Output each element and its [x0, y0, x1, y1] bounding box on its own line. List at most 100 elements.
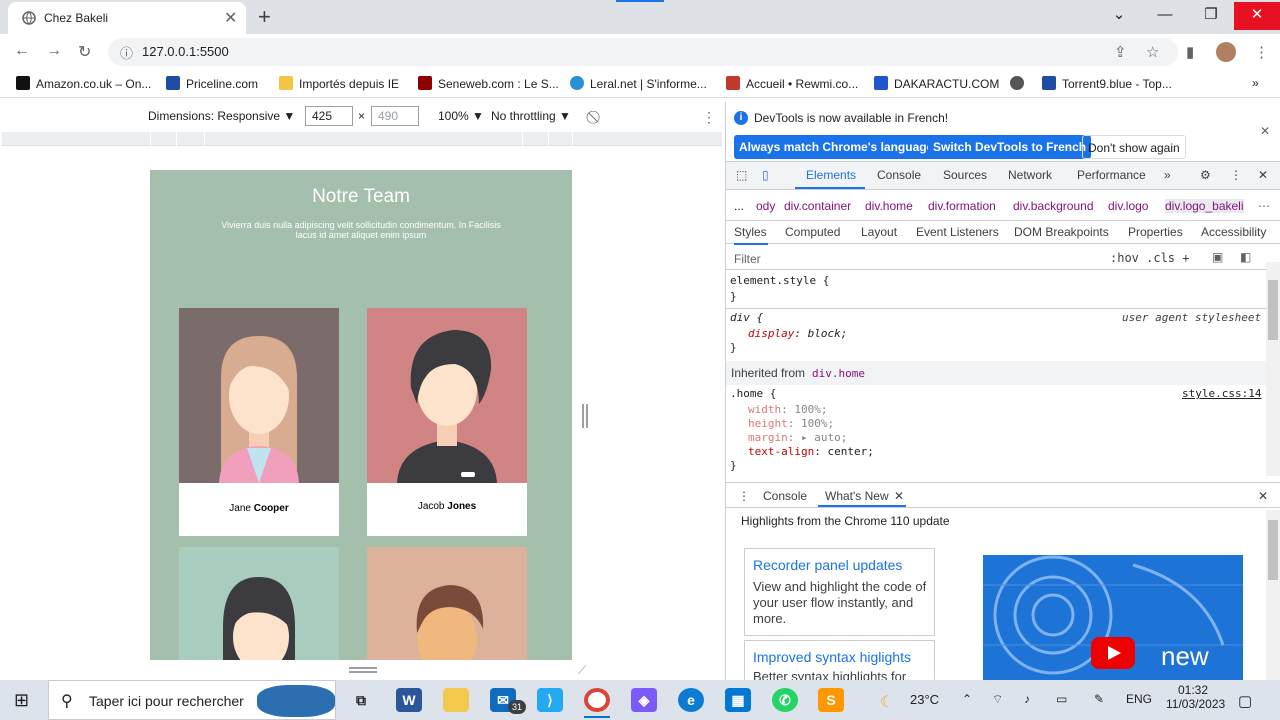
filter-input[interactable]: Filter: [734, 252, 761, 266]
window-close-button[interactable]: ✕: [1234, 2, 1280, 30]
tab-event-listeners[interactable]: Event Listeners: [916, 225, 999, 239]
tab-dom-breakpoints[interactable]: DOM Breakpoints: [1014, 225, 1109, 239]
chevron-up-icon[interactable]: ⌃: [962, 692, 972, 706]
menu-kebab-icon[interactable]: ⋮: [1254, 43, 1269, 61]
media-query-ruler[interactable]: [2, 132, 722, 146]
breadcrumb-item[interactable]: div.container: [784, 199, 851, 213]
whats-new-video[interactable]: new: [983, 555, 1243, 680]
bookmark-item[interactable]: DAKARACTU.COM: [874, 76, 999, 91]
whats-new-card[interactable]: Recorder panel updates View and highligh…: [744, 548, 935, 636]
back-arrow-icon[interactable]: ←: [14, 42, 30, 60]
resize-handle-bottom[interactable]: [349, 667, 377, 673]
bookmark-item[interactable]: Accueil • Rewmi.co...: [726, 76, 858, 91]
close-devtools-icon[interactable]: ✕: [1258, 168, 1268, 182]
word-icon[interactable]: W: [396, 688, 422, 712]
dont-show-again-button[interactable]: Don't show again: [1082, 135, 1186, 159]
close-whats-new-icon[interactable]: ✕: [894, 489, 904, 503]
zoom-select[interactable]: 100% ▼: [438, 109, 484, 123]
resize-handle-right[interactable]: [582, 404, 588, 428]
settings-gear-icon[interactable]: ⚙: [1200, 168, 1211, 182]
task-view-icon[interactable]: ⧉: [348, 688, 374, 712]
tab-accessibility[interactable]: Accessibility: [1201, 225, 1266, 239]
css-declaration[interactable]: width: 100%;: [748, 403, 828, 416]
tab-sources[interactable]: Sources: [943, 168, 987, 182]
store-icon[interactable]: ▦: [725, 688, 751, 712]
battery-icon[interactable]: ▭: [1056, 692, 1067, 706]
bookmark-folder[interactable]: Importés depuis IE: [279, 76, 399, 91]
weather-icon[interactable]: ☾: [880, 692, 894, 712]
filter-tools[interactable]: :hov .cls +: [1110, 251, 1189, 265]
file-explorer-icon[interactable]: [443, 688, 469, 712]
home-rule-selector[interactable]: .home {: [730, 387, 776, 400]
breadcrumb-item-selected[interactable]: div.logo_bakeli: [1165, 199, 1244, 213]
tab-layout[interactable]: Layout: [861, 225, 897, 239]
play-button-icon[interactable]: [1091, 637, 1135, 669]
tab-performance[interactable]: Performance: [1077, 168, 1146, 182]
reload-icon[interactable]: ↻: [78, 42, 91, 62]
bookmark-item[interactable]: Amazon.co.uk – On...: [16, 76, 151, 91]
card-title[interactable]: Improved syntax higlights: [753, 649, 911, 665]
forward-arrow-icon[interactable]: →: [46, 42, 62, 60]
notification-icon[interactable]: ▢: [1238, 692, 1252, 710]
close-infobar-icon[interactable]: ✕: [1260, 124, 1270, 138]
width-input[interactable]: 425: [305, 106, 353, 126]
more-crumbs-icon[interactable]: ⋯: [1258, 199, 1270, 213]
tab-search-icon[interactable]: ⌄: [1096, 2, 1142, 30]
drawer-tab-console[interactable]: Console: [763, 489, 807, 503]
breadcrumb-item[interactable]: ody: [756, 199, 775, 213]
side-panel-icon[interactable]: ▮: [1186, 43, 1194, 61]
bookmark-item[interactable]: Torrent9.blue - Top...: [1042, 76, 1172, 91]
network-icon[interactable]: ⌔: [992, 692, 1003, 707]
language-indicator[interactable]: ENG: [1126, 692, 1152, 706]
more-bookmarks-icon[interactable]: »: [1252, 76, 1259, 90]
inspect-element-icon[interactable]: ⬚: [736, 168, 747, 182]
bookmark-item[interactable]: Leral.net | S'informe...: [570, 76, 707, 91]
throttling-select[interactable]: No throttling ▼: [491, 109, 571, 123]
styles-filter[interactable]: Filter :hov .cls + ▣ ◧: [726, 246, 1266, 270]
breadcrumb-item[interactable]: div.background: [1013, 199, 1094, 213]
tab-styles[interactable]: Styles: [734, 225, 767, 239]
bookmark-star-icon[interactable]: ☆: [1146, 43, 1159, 61]
device-menu-icon[interactable]: ⋮: [702, 109, 716, 126]
sublime-icon[interactable]: S: [818, 688, 844, 712]
devtools-menu-icon[interactable]: ⋮: [1230, 168, 1242, 182]
drawer-scrollbar-thumb[interactable]: [1268, 520, 1278, 580]
drawer-menu-icon[interactable]: ⋮: [738, 489, 750, 503]
tab-properties[interactable]: Properties: [1128, 225, 1183, 239]
inherited-node-link[interactable]: div.home: [812, 367, 865, 380]
css-declaration[interactable]: text-align: center;: [748, 445, 874, 458]
app-icon[interactable]: ◈: [631, 688, 657, 712]
windows-start-icon[interactable]: ⊞: [14, 690, 29, 711]
drawer-tab-whats-new[interactable]: What's New: [825, 489, 889, 503]
stylesheet-source-link[interactable]: style.css:14: [1182, 387, 1261, 400]
switch-french-button[interactable]: Switch DevTools to French: [928, 135, 1092, 159]
edge-icon[interactable]: e: [678, 688, 704, 712]
breadcrumb-overflow[interactable]: ...: [734, 199, 744, 213]
breadcrumb-item[interactable]: div.logo: [1108, 199, 1148, 213]
bookmark-item[interactable]: Seneweb.com : Le S...: [418, 76, 559, 91]
new-tab-button[interactable]: +: [258, 4, 271, 30]
height-input[interactable]: 490: [371, 106, 419, 126]
element-style-rule[interactable]: element.style {: [730, 274, 829, 287]
card-title[interactable]: Recorder panel updates: [753, 557, 902, 573]
vscode-icon[interactable]: ⟩: [537, 688, 563, 712]
address-bar[interactable]: ⓘ 127.0.0.1:5500: [108, 38, 1178, 66]
taskbar-search[interactable]: ⚲ Taper ici pour rechercher: [48, 680, 336, 720]
sidebar-toggle-icon[interactable]: ◧: [1240, 250, 1251, 264]
breadcrumb-item[interactable]: div.formation: [928, 199, 996, 213]
chrome-icon[interactable]: [584, 688, 610, 712]
bookmark-item[interactable]: Priceline.com: [166, 76, 258, 91]
tab-network[interactable]: Network: [1008, 168, 1052, 182]
resize-handle-corner[interactable]: ⟋: [578, 663, 586, 678]
close-drawer-icon[interactable]: ✕: [1258, 489, 1268, 503]
close-tab-icon[interactable]: ✕: [224, 8, 237, 28]
whatsapp-icon[interactable]: ✆: [772, 688, 798, 712]
bookmark-item[interactable]: [1010, 76, 1030, 91]
share-icon[interactable]: ⇪: [1114, 43, 1127, 61]
match-language-button[interactable]: Always match Chrome's language: [734, 135, 939, 159]
styles-scrollbar-thumb[interactable]: [1268, 280, 1278, 340]
more-tabs-icon[interactable]: »: [1164, 168, 1171, 182]
minimize-button[interactable]: —: [1142, 2, 1188, 30]
restore-button[interactable]: ❐: [1188, 2, 1234, 30]
tab-console[interactable]: Console: [877, 168, 921, 182]
